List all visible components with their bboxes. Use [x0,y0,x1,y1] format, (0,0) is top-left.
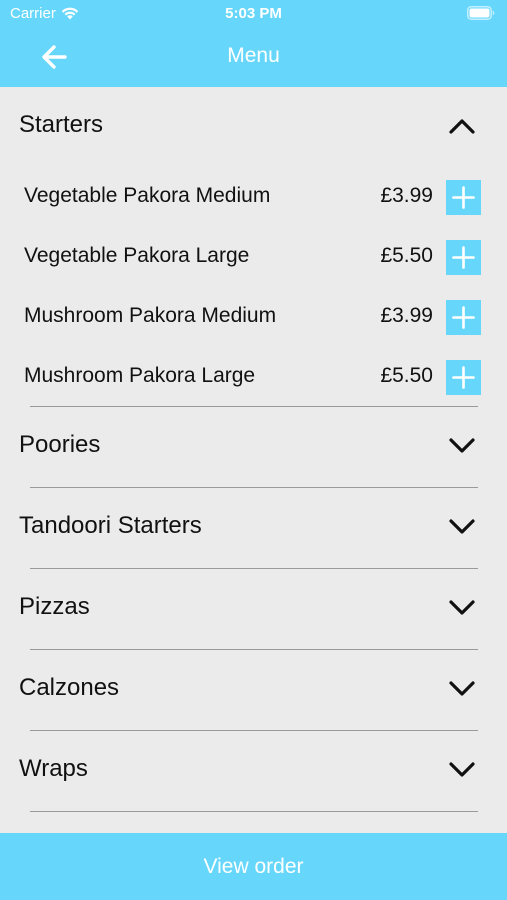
plus-icon [452,246,475,269]
chevron-down-icon [449,519,475,534]
category-starters: Starters Vegetable Pakora Medium £3.99 V… [0,87,507,407]
category-tandoori-starters: Tandoori Starters [0,488,507,569]
divider [30,811,478,812]
item-price: £3.99 [380,184,433,207]
category-header-pizzas[interactable]: Pizzas [0,569,507,649]
item-name: Vegetable Pakora Large [24,244,250,267]
plus-icon [452,186,475,209]
chevron-down-icon [449,600,475,615]
list-item: Mushroom Pakora Large £5.50 [0,347,507,407]
category-pizzas: Pizzas [0,569,507,650]
item-price: £3.99 [380,304,433,327]
plus-icon [452,366,475,389]
plus-icon [452,306,475,329]
category-header-poories[interactable]: Poories [0,407,507,487]
add-item-button[interactable] [446,360,481,395]
category-title: Tandoori Starters [19,512,202,539]
page-title: Menu [227,44,280,67]
list-item: Vegetable Pakora Large £5.50 [0,227,507,287]
category-header-calzones[interactable]: Calzones [0,650,507,730]
category-title: Pizzas [19,593,90,620]
battery-icon [467,6,495,20]
item-name: Mushroom Pakora Medium [24,304,277,327]
chevron-up-icon [449,119,475,134]
header-bar: Carrier 5:03 PM Menu [0,0,507,87]
status-time: 5:03 PM [225,5,282,22]
item-price: £5.50 [380,364,433,387]
add-item-button[interactable] [446,300,481,335]
category-calzones: Calzones [0,650,507,731]
chevron-down-icon [449,438,475,453]
add-item-button[interactable] [446,240,481,275]
category-title: Starters [19,111,104,138]
list-item: Mushroom Pakora Medium £3.99 [0,287,507,347]
category-poories: Poories [0,407,507,488]
chevron-down-icon [449,681,475,696]
navigation-bar: Menu [0,28,507,87]
category-title: Poories [19,431,101,458]
starters-items: Vegetable Pakora Medium £3.99 Vegetable … [0,167,507,406]
add-item-button[interactable] [446,180,481,215]
item-name: Mushroom Pakora Large [24,364,256,387]
category-title: Wraps [19,755,88,782]
item-name: Vegetable Pakora Medium [24,184,271,207]
list-item: Vegetable Pakora Medium £3.99 [0,167,507,227]
status-bar: Carrier 5:03 PM [0,0,507,28]
category-header-starters[interactable]: Starters [0,87,507,167]
view-order-button[interactable]: View order [0,833,507,900]
menu-list: Starters Vegetable Pakora Medium £3.99 V… [0,87,507,833]
category-header-tandoori-starters[interactable]: Tandoori Starters [0,488,507,568]
category-header-wraps[interactable]: Wraps [0,731,507,811]
category-wraps: Wraps [0,731,507,812]
category-title: Calzones [19,674,120,701]
chevron-down-icon [449,762,475,777]
item-price: £5.50 [380,244,433,267]
